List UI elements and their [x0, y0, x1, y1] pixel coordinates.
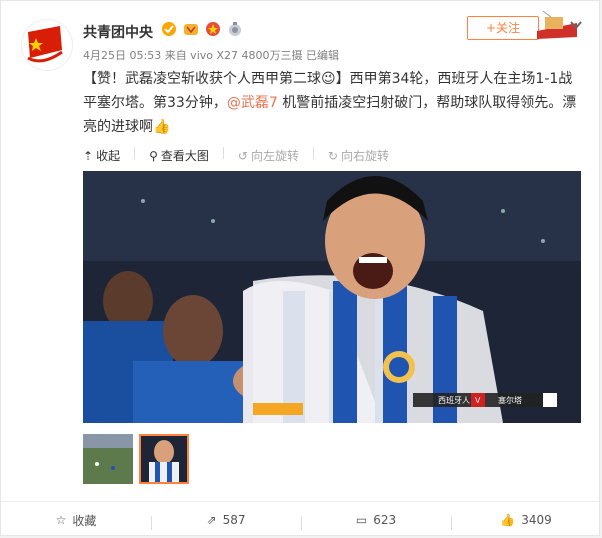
- vip-icon[interactable]: [183, 21, 199, 37]
- like-button[interactable]: 👍 3409: [451, 513, 601, 530]
- rotate-right-button[interactable]: ↻ 向右旋转: [328, 147, 389, 164]
- weibo-card: 共青团中央 4月25日 05:53 来自 vivo X27 4800万三摄 已编…: [0, 0, 601, 538]
- comment-count: 623: [373, 513, 397, 527]
- thumbnail-strip: [83, 434, 189, 484]
- scoreboard-away: 塞尔塔: [498, 395, 522, 405]
- rotate-left-button[interactable]: ↺ 向左旋转: [238, 147, 299, 164]
- collapse-icon: ⇡: [83, 148, 94, 163]
- celebration-photo: 西班牙人 V 塞尔塔: [83, 171, 581, 423]
- repost-icon: ⇗: [206, 513, 217, 527]
- toolbar-divider: [312, 147, 314, 159]
- rotate-right-icon: ↻: [327, 148, 339, 163]
- verified-icon[interactable]: [161, 21, 177, 37]
- comment-button[interactable]: ▭ 623: [301, 513, 451, 530]
- thumbnail-1[interactable]: [83, 434, 133, 484]
- post-image[interactable]: 西班牙人 V 塞尔塔: [83, 171, 581, 423]
- medal-icon[interactable]: [205, 21, 221, 37]
- thumbs-up-emoji-icon: 👍: [153, 119, 171, 135]
- comment-icon: ▭: [355, 513, 368, 527]
- favorite-button[interactable]: ☆ 收藏: [1, 512, 151, 529]
- user-mention-link[interactable]: @武磊7: [227, 95, 278, 111]
- collapse-label: 收起: [96, 149, 121, 163]
- toolbar-divider: [222, 147, 224, 159]
- favorite-label: 收藏: [72, 513, 97, 528]
- rotate-left-label: 向左旋转: [250, 149, 299, 163]
- view-large-label: 查看大图: [160, 149, 209, 163]
- avatar[interactable]: [21, 19, 73, 71]
- youth-league-logo: [27, 26, 63, 63]
- thumbnail-2[interactable]: [139, 434, 189, 484]
- post-text: 【赞！武磊凌空斩收获个人西甲第二球😉】西甲第34轮，西班牙人在主场1-1战平塞尔…: [83, 67, 583, 139]
- wink-emoji-icon: 😉: [321, 71, 336, 87]
- action-bar: ☆ 收藏 ⇗ 587 ▭ 623 👍 3409: [1, 501, 601, 538]
- media-toolbar: ⇡ 收起 ⚲ 查看大图 ↺ 向左旋转 ↻ 向右旋转: [83, 147, 389, 164]
- post-meta: 4月25日 05:53 来自 vivo X27 4800万三摄 已编辑: [83, 49, 340, 62]
- rotate-right-label: 向右旋转: [341, 149, 390, 163]
- view-large-button[interactable]: ⚲ 查看大图: [149, 147, 209, 164]
- rotate-left-icon: ↺: [237, 148, 248, 163]
- user-badges: [161, 21, 243, 37]
- award-icon[interactable]: [227, 21, 243, 37]
- post-text-part-1: 【赞！武磊凌空斩收获个人西甲第二球: [83, 71, 321, 87]
- toolbar-divider: [134, 147, 136, 159]
- like-icon: 👍: [500, 513, 516, 527]
- like-count: 3409: [521, 513, 552, 527]
- chevron-down-icon[interactable]: [569, 17, 583, 31]
- follow-button[interactable]: +关注: [467, 16, 539, 40]
- zoom-icon: ⚲: [149, 148, 158, 163]
- repost-button[interactable]: ⇗ 587: [151, 513, 301, 530]
- username[interactable]: 共青团中央: [83, 22, 153, 42]
- repost-count: 587: [222, 513, 246, 527]
- scoreboard-home: 西班牙人: [438, 395, 470, 405]
- collapse-button[interactable]: ⇡ 收起: [83, 147, 120, 164]
- star-icon: ☆: [55, 513, 67, 527]
- scoreboard-vs: V: [475, 396, 481, 405]
